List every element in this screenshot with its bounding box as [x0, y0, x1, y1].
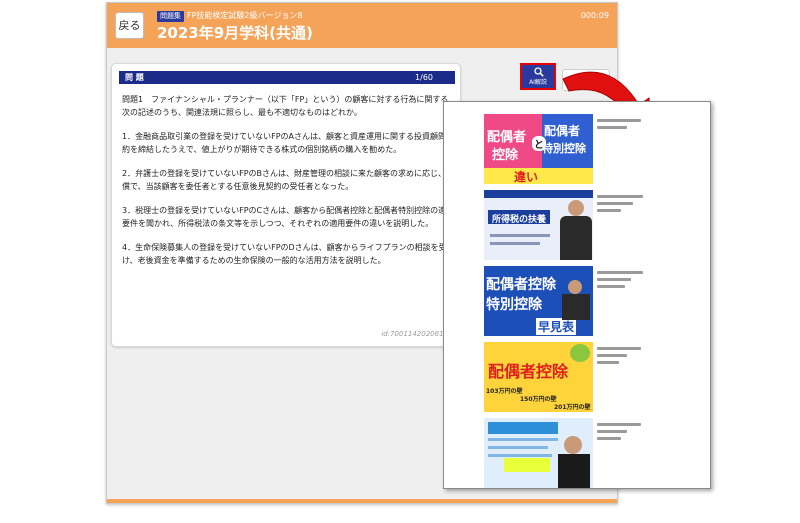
thumb-text: 違い — [514, 170, 539, 184]
timer: 000:09 — [580, 11, 609, 20]
magnifier-icon — [534, 67, 544, 77]
result-item[interactable] — [484, 418, 704, 488]
app-header: 戻る 問題集 FP技能検定試験2級バージョン8 2023年9月学科(共通) 00… — [107, 3, 617, 48]
question-body: 問題1 ファイナンシャル・プランナー（以下「FP」という）の顧客に対する行為に関… — [122, 94, 456, 279]
result-item[interactable]: 配偶者 控除 と 配偶者 特別控除 違い — [484, 114, 704, 184]
result-thumbnail[interactable]: 配偶者控除 103万円の壁 150万円の壁 201万円の壁 — [484, 342, 593, 412]
result-item[interactable]: 配偶者控除 特別控除 早見表 — [484, 266, 704, 336]
result-item[interactable]: 所得税の扶養 — [484, 190, 704, 260]
category-badge: 問題集 — [157, 11, 184, 22]
thumb-text: 配偶者控除 — [488, 362, 569, 381]
choice-4[interactable]: 4．生命保険募集人の登録を受けていないFPのDさんは、顧客からライフプランの相談… — [122, 242, 456, 267]
ai-explanation-button[interactable]: AI解説 — [520, 63, 556, 90]
question-progress: 1/60 — [415, 73, 433, 82]
result-meta — [597, 423, 647, 444]
back-button[interactable]: 戻る — [115, 12, 144, 39]
question-panel: 問 題 1/60 問題1 ファイナンシャル・プランナー（以下「FP」という）の顧… — [111, 63, 461, 347]
thumb-text: 配偶者控除 — [486, 277, 556, 293]
result-meta — [597, 347, 647, 368]
result-item[interactable]: 配偶者控除 103万円の壁 150万円の壁 201万円の壁 — [484, 342, 704, 412]
thumb-text: 特別控除 — [542, 142, 586, 155]
ai-explanation-label: AI解説 — [529, 79, 547, 86]
question-id: id:7001142020610 — [381, 330, 448, 338]
result-meta — [597, 271, 647, 292]
thumb-text: 配偶者 — [544, 124, 581, 138]
question-stem: 問題1 ファイナンシャル・プランナー（以下「FP」という）の顧客に対する行為に関… — [122, 95, 449, 117]
thumb-text: 201万円の壁 — [554, 404, 591, 411]
thumb-text: 103万円の壁 — [486, 388, 523, 395]
choice-1[interactable]: 1．金融商品取引業の登録を受けていないFPのAさんは、顧客と資産運用に関する投資… — [122, 131, 456, 156]
thumb-text: 所得税の扶養 — [492, 215, 547, 225]
result-thumbnail[interactable] — [484, 418, 593, 488]
bottom-bar — [107, 499, 617, 503]
question-header: 問 題 1/60 — [119, 71, 455, 84]
thumb-text: 早見表 — [536, 318, 577, 335]
exam-subtitle: FP技能検定試験2級バージョン8 — [187, 11, 303, 20]
stage: 戻る 問題集 FP技能検定試験2級バージョン8 2023年9月学科(共通) 00… — [0, 0, 800, 523]
search-results-popup: 配偶者 控除 と 配偶者 特別控除 違い 所得税の扶養 配偶者控除 特別控除 早… — [443, 101, 711, 489]
thumb-text: 控除 — [492, 148, 519, 163]
result-thumbnail[interactable]: 配偶者 控除 と 配偶者 特別控除 違い — [484, 114, 593, 184]
thumb-text: 特別控除 — [486, 297, 542, 313]
choice-2[interactable]: 2．弁護士の登録を受けていないFPのBさんは、財産管理の相談に来た顧客の求めに応… — [122, 168, 456, 193]
thumb-text: 配偶者 — [487, 130, 527, 145]
choice-3[interactable]: 3．税理士の登録を受けていないFPのCさんは、顧客から配偶者控除と配偶者特別控除… — [122, 205, 456, 230]
thumb-text: 150万円の壁 — [520, 396, 557, 403]
exam-title: 2023年9月学科(共通) — [157, 24, 313, 42]
result-meta — [597, 119, 647, 133]
result-thumbnail[interactable]: 所得税の扶養 — [484, 190, 593, 260]
question-section-label: 問 題 — [125, 73, 144, 82]
result-thumbnail[interactable]: 配偶者控除 特別控除 早見表 — [484, 266, 593, 336]
result-meta — [597, 195, 647, 216]
